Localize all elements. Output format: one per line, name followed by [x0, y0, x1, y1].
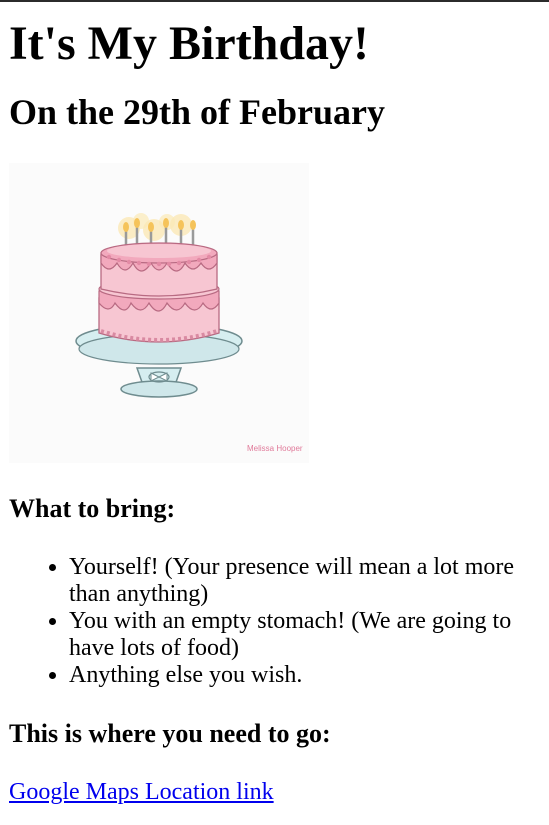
google-maps-link[interactable]: Google Maps Location link [9, 778, 274, 806]
list-item: Yourself! (Your presence will mean a lot… [69, 554, 539, 608]
page-title: It's My Birthday! [9, 17, 369, 70]
list-item: Anything else you wish. [69, 662, 539, 689]
list-item: You with an empty stomach! (We are going… [69, 608, 539, 662]
page-subtitle: On the 29th of February [9, 92, 385, 132]
bring-heading: What to bring: [9, 494, 176, 523]
location-heading: This is where you need to go: [9, 719, 331, 748]
cake-signature: Melissa Hooper [247, 444, 303, 453]
bring-list: Yourself! (Your presence will mean a lot… [9, 554, 539, 689]
cake-illustration: Melissa Hooper [9, 163, 309, 463]
birthday-cake-image: Melissa Hooper [9, 163, 309, 463]
page-content: It's My Birthday! On the 29th of Februar… [9, 0, 539, 806]
